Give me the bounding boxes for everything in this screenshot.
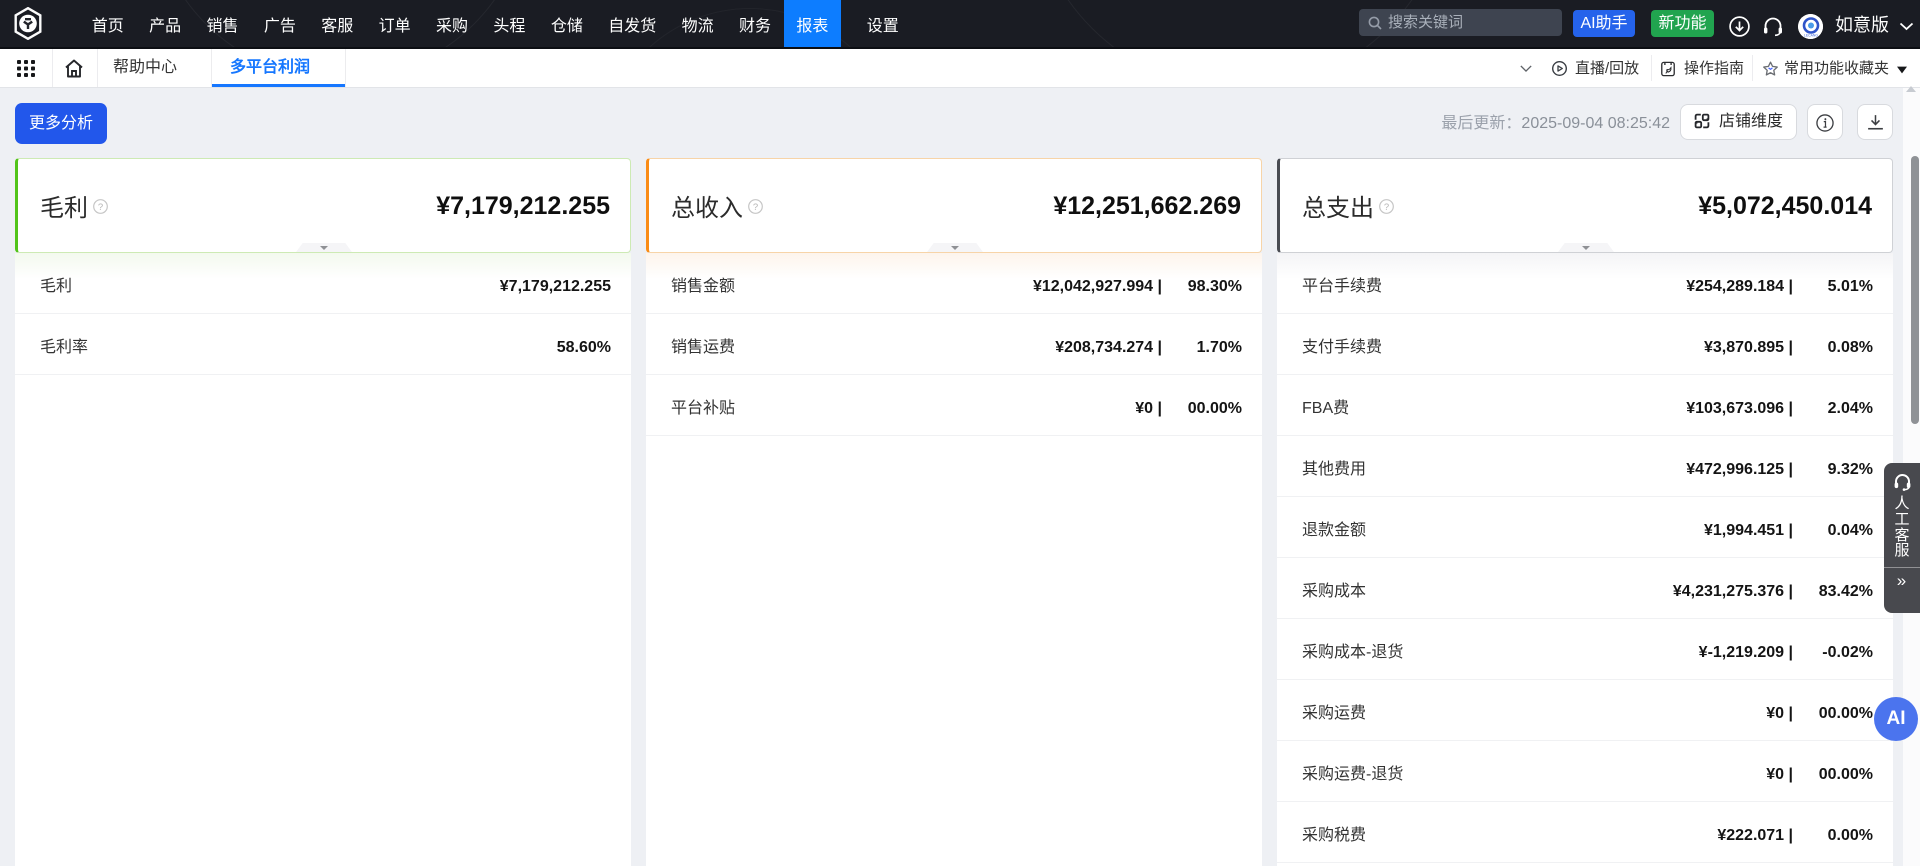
svg-text:?: ? (98, 202, 103, 213)
svg-text:?: ? (753, 202, 758, 213)
svg-text:LECANG: LECANG (1804, 34, 1818, 38)
svg-text:?: ? (1384, 202, 1389, 213)
